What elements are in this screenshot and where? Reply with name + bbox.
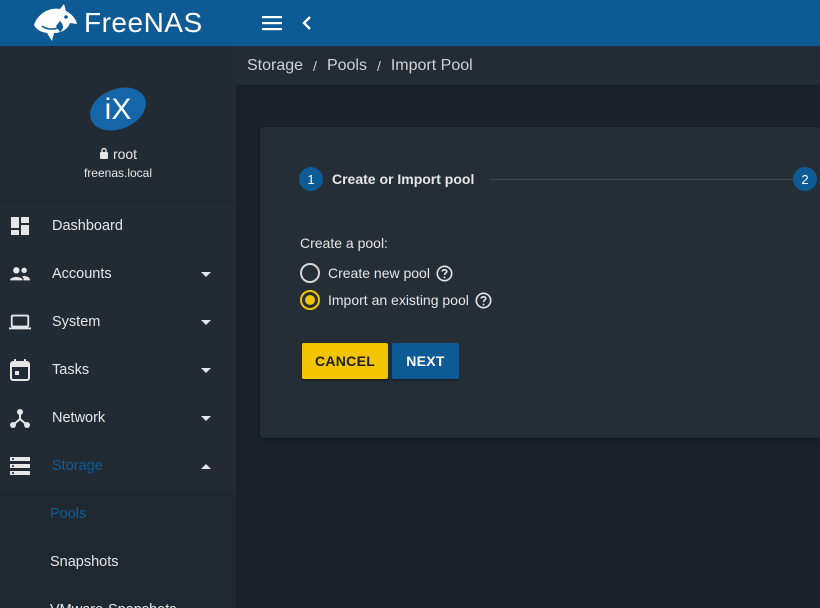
caret-down-icon (201, 271, 211, 277)
network-icon (9, 407, 31, 429)
sidebar-item-label: Network (52, 410, 106, 426)
lock-icon (99, 146, 109, 162)
step-2-number[interactable]: 2 (793, 167, 817, 191)
breadcrumb-import-pool: Import Pool (390, 56, 473, 74)
caret-down-icon (201, 319, 211, 325)
user-profile: iX root freenas.local (0, 46, 236, 202)
svg-text:iX: iX (105, 93, 132, 126)
breadcrumb-separator: / (313, 57, 317, 74)
radio-label: Import an existing pool (328, 292, 469, 308)
radio-dot (305, 295, 315, 305)
storage-icon (9, 455, 31, 477)
import-pool-card: 1 Create or Import pool 2 Create a pool:… (260, 127, 820, 438)
breadcrumb-separator: / (376, 57, 381, 74)
sidebar-subitem-pools[interactable]: Pools (0, 490, 236, 538)
sidebar-subitem-vmware-snapshots[interactable]: VMware-Snapshots (0, 586, 236, 608)
username-text: root (112, 146, 138, 162)
dashboard-icon (9, 215, 31, 237)
step-1-number: 1 (299, 167, 323, 191)
create-pool-form: Create a pool: Create new pool Import an… (300, 235, 492, 310)
people-icon (9, 263, 31, 285)
caret-down-icon (201, 415, 211, 421)
next-button[interactable]: NEXT (392, 343, 459, 379)
form-actions: CANCEL NEXT (302, 343, 459, 379)
hostname: freenas.local (83, 166, 153, 180)
collapse-sidebar-button[interactable] (300, 13, 314, 33)
breadcrumb-pools[interactable]: Pools (327, 57, 367, 75)
sidebar-item-label: Storage (52, 458, 103, 474)
hamburger-icon (262, 16, 282, 31)
sidebar: FreeNAS™ iX root freenas.local Dashboard (0, 0, 236, 608)
radio-button-unchecked[interactable] (300, 263, 320, 283)
menu-toggle-button[interactable] (262, 13, 282, 33)
ix-logo: iX (88, 86, 148, 132)
sidebar-item-label: Tasks (52, 362, 90, 378)
help-icon[interactable] (475, 292, 492, 309)
sidebar-subitem-snapshots[interactable]: Snapshots (0, 538, 236, 586)
sidebar-item-label: System (52, 314, 101, 330)
brand-header[interactable]: FreeNAS™ (0, 0, 236, 46)
calendar-icon (9, 359, 31, 381)
sidebar-item-label: Dashboard (52, 218, 123, 234)
laptop-icon (9, 311, 31, 333)
radio-import-existing-pool[interactable]: Import an existing pool (300, 290, 492, 310)
sidebar-item-tasks[interactable]: Tasks (0, 346, 236, 394)
radio-label: Create new pool (328, 265, 430, 281)
caret-down-icon (201, 367, 211, 373)
step-1-label[interactable]: Create or Import pool (332, 171, 474, 187)
freenas-shark-logo (30, 3, 78, 43)
cancel-button[interactable]: CANCEL (302, 343, 388, 379)
app-name: FreeNAS™ (84, 0, 211, 38)
sidebar-item-accounts[interactable]: Accounts (0, 250, 236, 298)
chevron-left-icon (302, 16, 311, 30)
sidebar-nav: Dashboard Accounts System Tasks Network … (0, 202, 236, 608)
breadcrumb-storage[interactable]: Storage (247, 57, 303, 75)
top-toolbar (236, 0, 820, 46)
caret-up-icon (201, 463, 211, 469)
wizard-stepper: 1 Create or Import pool 2 (299, 167, 820, 191)
sidebar-item-storage[interactable]: Storage (0, 442, 236, 490)
breadcrumb: Storage / Pools / Import Pool (236, 46, 820, 86)
radio-create-new-pool[interactable]: Create new pool (300, 263, 492, 283)
sidebar-item-label: Accounts (52, 266, 112, 282)
sidebar-item-network[interactable]: Network (0, 394, 236, 442)
sidebar-item-dashboard[interactable]: Dashboard (0, 202, 236, 250)
step-connector (490, 178, 801, 180)
user-name: root (99, 146, 137, 162)
radio-button-checked[interactable] (300, 290, 320, 310)
create-pool-label: Create a pool: (300, 235, 388, 251)
sidebar-item-system[interactable]: System (0, 298, 236, 346)
help-icon[interactable] (436, 265, 453, 282)
